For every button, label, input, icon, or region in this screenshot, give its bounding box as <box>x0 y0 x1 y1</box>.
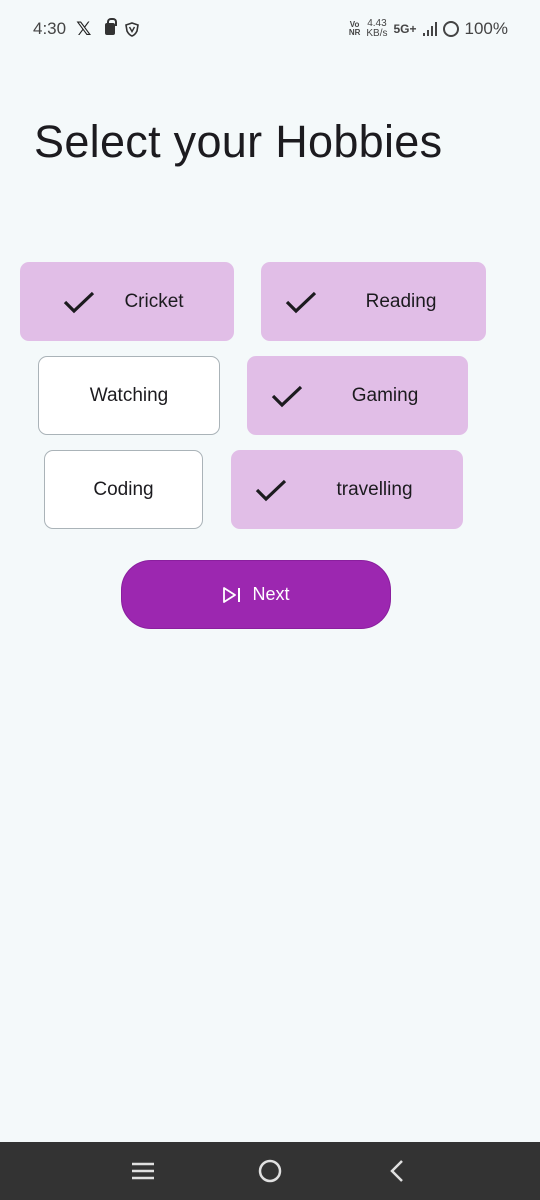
hobby-chip-travelling[interactable]: travelling <box>231 450 463 529</box>
next-button-label: Next <box>252 584 290 604</box>
vpn-shield-icon <box>125 21 140 37</box>
recents-button[interactable] <box>123 1151 163 1191</box>
hobby-chip-gaming[interactable]: Gaming <box>247 356 468 435</box>
lock-icon <box>105 18 118 35</box>
hobby-label: Reading <box>365 290 437 312</box>
skip-next-icon <box>222 586 242 604</box>
home-icon <box>258 1159 282 1183</box>
hobby-label: Cricket <box>124 290 184 312</box>
hobby-label: Coding <box>93 478 154 500</box>
home-button[interactable] <box>250 1151 290 1191</box>
status-time: 4:30 <box>33 19 67 38</box>
hobby-label: Watching <box>89 384 169 406</box>
next-button[interactable]: Next <box>121 560 391 629</box>
network-type: 5G+ <box>393 22 417 36</box>
page-title: Select your Hobbies <box>34 116 443 167</box>
back-button[interactable] <box>377 1151 417 1191</box>
hobby-label: Gaming <box>351 384 419 406</box>
recents-icon <box>132 1162 155 1180</box>
hobby-chip-coding[interactable]: Coding <box>44 450 203 529</box>
hobby-chip-watching[interactable]: Watching <box>38 356 220 435</box>
hobby-chip-cricket[interactable]: Cricket <box>20 262 234 341</box>
status-bar: 4:30 𝕏 Vo NR 4.43 KB/s 5G+ 100% <box>0 0 540 58</box>
back-icon <box>389 1160 403 1182</box>
status-left: 4:30 𝕏 <box>33 18 140 41</box>
system-nav-bar <box>0 1142 540 1200</box>
x-app-icon: 𝕏 <box>76 18 92 40</box>
hobby-chip-reading[interactable]: Reading <box>261 262 486 341</box>
volte-indicator: Vo NR <box>348 20 361 37</box>
network-speed: 4.43 KB/s <box>366 18 388 39</box>
status-right: Vo NR 4.43 KB/s 5G+ 100% <box>349 19 508 39</box>
battery-level: 100% <box>464 19 508 38</box>
battery-icon <box>442 21 459 37</box>
hobby-label: travelling <box>336 478 413 500</box>
signal-icon <box>422 22 437 36</box>
